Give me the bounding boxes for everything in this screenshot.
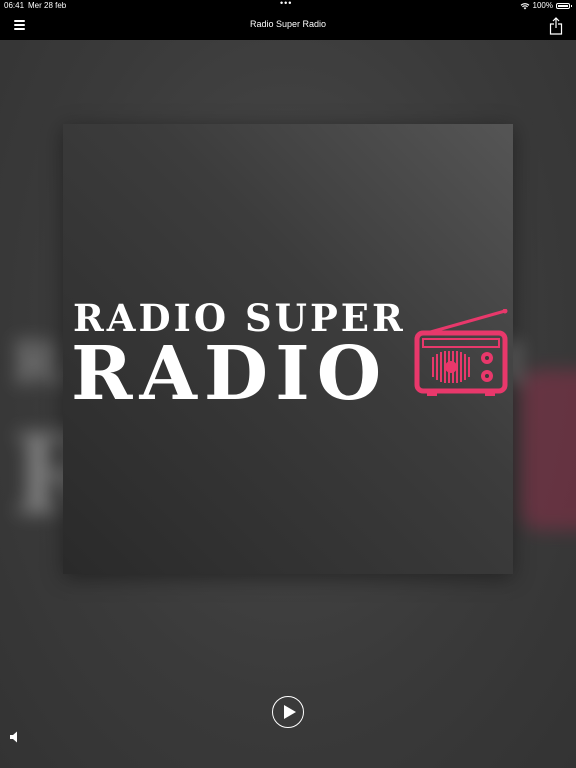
- navigation-bar: Radio Super Radio: [0, 12, 576, 40]
- radio-icon: [414, 309, 508, 396]
- wifi-icon: [520, 2, 529, 9]
- battery-icon: [556, 2, 572, 9]
- status-right: 100%: [520, 1, 572, 10]
- status-bar: 06:41 Mer 28 feb ••• 100%: [0, 0, 576, 12]
- status-date: Mer 28 feb: [28, 1, 67, 10]
- speaker-icon[interactable]: [9, 730, 21, 744]
- logo-text-line2: RADIO: [71, 331, 389, 417]
- page-title: Radio Super Radio: [249, 19, 327, 29]
- blurred-radio-shape: [520, 370, 576, 530]
- play-icon[interactable]: [272, 696, 304, 728]
- battery-percent: 100%: [532, 1, 553, 10]
- station-artwork: RADIO SUPER RADIO: [63, 124, 513, 574]
- status-time: 06:41: [4, 1, 25, 10]
- share-icon[interactable]: [549, 17, 563, 35]
- multitasking-dots[interactable]: •••: [280, 0, 292, 8]
